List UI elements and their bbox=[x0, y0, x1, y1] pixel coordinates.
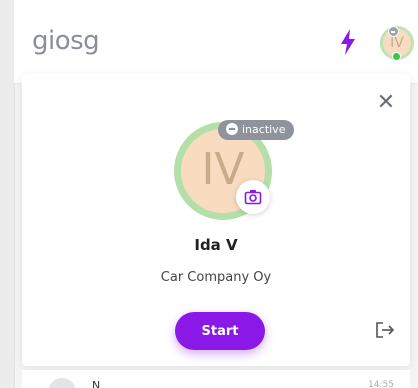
top-bar: giosg IV bbox=[14, 0, 418, 84]
minus-icon bbox=[226, 123, 238, 135]
inactive-status-icon bbox=[388, 26, 399, 37]
company-name: Car Company Oy bbox=[160, 270, 272, 285]
status-badge[interactable]: inactive bbox=[218, 120, 294, 140]
camera-icon bbox=[244, 190, 262, 205]
online-indicator bbox=[392, 52, 401, 61]
start-button[interactable]: Start bbox=[175, 312, 265, 350]
status-label: inactive bbox=[242, 123, 286, 136]
conversation-row[interactable]: N 14:55 bbox=[22, 370, 410, 388]
profile-card: ✕ IV inactive Ida V Car Company Oy Start bbox=[22, 74, 410, 366]
change-photo-button[interactable] bbox=[236, 180, 270, 214]
row-title: N bbox=[92, 379, 101, 388]
close-icon[interactable]: ✕ bbox=[373, 90, 399, 116]
avatar bbox=[48, 378, 76, 388]
row-time: 14:55 bbox=[368, 380, 394, 388]
user-name: Ida V bbox=[194, 236, 238, 254]
lightning-icon[interactable] bbox=[338, 28, 358, 56]
logout-icon[interactable] bbox=[374, 320, 396, 340]
giosg-logo[interactable]: giosg bbox=[32, 26, 100, 56]
